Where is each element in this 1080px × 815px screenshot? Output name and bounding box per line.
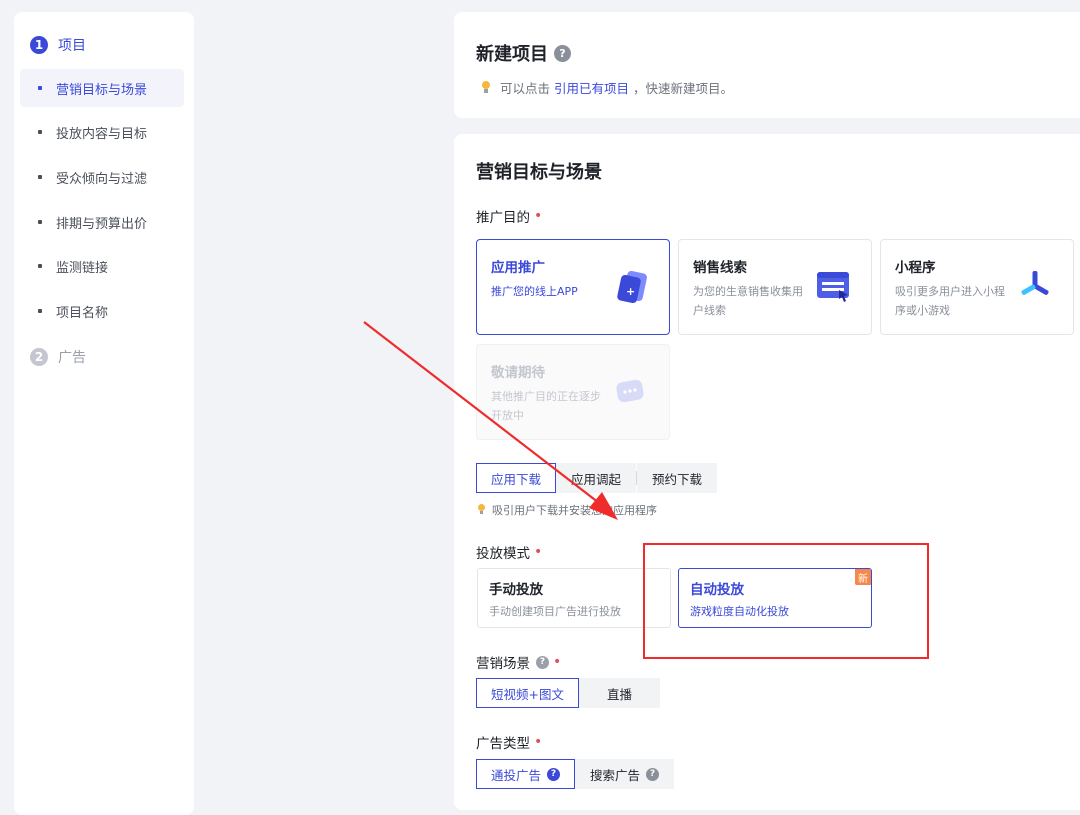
header-panel: 新建项目 ? 可以点击 引用已有项目 ，快速新建项目。: [454, 12, 1080, 118]
purpose-label: 推广目的 •: [476, 206, 542, 226]
card-title: 小程序: [895, 260, 936, 276]
step-number: 1: [30, 36, 48, 54]
segment-search-ad[interactable]: 搜索广告 ?: [575, 759, 675, 789]
step-sidebar: 1 项目 营销目标与场景 投放内容与目标 受众倾向与过滤 排期与预算出价 监测链…: [14, 12, 194, 815]
form-window-icon: [817, 272, 849, 302]
mode-desc: 手动创建项目广告进行投放: [489, 605, 621, 618]
purpose-card-app[interactable]: 应用推广 推广您的线上APP +: [476, 239, 670, 335]
question-circle-icon[interactable]: ?: [646, 767, 660, 781]
card-desc: 推广您的线上APP: [491, 285, 578, 298]
segment-pre-download[interactable]: 预约下载: [637, 463, 718, 493]
purpose-label-text: 推广目的: [476, 210, 530, 226]
app-download-hint: 吸引用户下载并安装您的应用程序: [476, 502, 657, 518]
sidebar-item-tracking-link[interactable]: 监测链接: [20, 247, 184, 285]
chat-bubble-icon: [616, 379, 644, 403]
card-title: 应用推广: [491, 260, 545, 276]
purpose-card-coming-soon: 敬请期待 其他推广目的正在逐步开放中: [476, 344, 670, 440]
lightbulb-icon: [476, 504, 486, 516]
segment-app-download[interactable]: 应用下载: [476, 463, 557, 493]
app-phone-icon: +: [617, 270, 647, 304]
bullet-icon: [38, 309, 42, 313]
step-ad[interactable]: 2 广告: [30, 347, 86, 367]
step-project[interactable]: 1 项目: [30, 35, 86, 55]
sidebar-item-content-target[interactable]: 投放内容与目标: [20, 113, 184, 151]
hint-text: 可以点击: [500, 81, 551, 96]
app-subtype-segmented: 应用下载 应用调起 预约下载: [476, 463, 718, 493]
question-circle-icon[interactable]: ?: [536, 655, 549, 669]
segment-label: 搜索广告: [590, 767, 641, 783]
required-mark: •: [534, 734, 543, 750]
segment-live[interactable]: 直播: [578, 678, 660, 708]
required-mark: •: [534, 208, 543, 224]
question-circle-icon[interactable]: ?: [554, 44, 571, 62]
mode-card-manual[interactable]: 手动投放 手动创建项目广告进行投放: [477, 568, 671, 628]
step-label: 项目: [58, 38, 86, 54]
reference-project-link[interactable]: 引用已有项目: [554, 78, 629, 97]
bullet-icon: [38, 175, 42, 179]
hint-text: ，快速新建项目。: [633, 81, 734, 96]
section-title: 营销目标与场景: [476, 162, 602, 183]
segment-app-launch[interactable]: 应用调起: [556, 463, 637, 493]
sidebar-item-label: 项目名称: [56, 305, 109, 321]
scene-label-text: 营销场景: [476, 656, 530, 672]
bullet-icon: [38, 130, 42, 134]
mini-program-icon: [1021, 271, 1049, 295]
ad-type-label-text: 广告类型: [476, 736, 530, 752]
bullet-icon: [38, 220, 42, 224]
ad-type-label: 广告类型 •: [476, 732, 542, 752]
sidebar-item-schedule-budget[interactable]: 排期与预算出价: [20, 203, 184, 241]
purpose-card-leads[interactable]: 销售线索 为您的生意销售收集用户线索: [678, 239, 872, 335]
question-circle-icon[interactable]: ?: [547, 767, 561, 781]
card-desc: 为您的生意销售收集用户线索: [693, 285, 803, 317]
sidebar-item-label: 排期与预算出价: [56, 216, 148, 232]
sidebar-item-label: 投放内容与目标: [56, 126, 148, 142]
bullet-icon: [38, 86, 42, 90]
page-title-text: 新建项目: [476, 44, 548, 65]
card-title: 敬请期待: [491, 365, 545, 381]
ad-type-segmented: 通投广告 ? 搜索广告 ?: [476, 759, 675, 789]
sidebar-item-marketing-goal[interactable]: 营销目标与场景: [20, 69, 184, 107]
step-label: 广告: [58, 350, 86, 366]
page-title: 新建项目 ?: [476, 40, 571, 66]
step-number: 2: [30, 348, 48, 366]
mode-title: 手动投放: [489, 582, 543, 598]
required-mark: •: [553, 654, 562, 670]
card-desc: 吸引更多用户进入小程序或小游戏: [895, 285, 1005, 317]
card-title: 销售线索: [693, 260, 747, 276]
header-hint: 可以点击 引用已有项目 ，快速新建项目。: [480, 78, 733, 97]
segment-label: 通投广告: [491, 767, 542, 783]
sidebar-item-audience[interactable]: 受众倾向与过滤: [20, 158, 184, 196]
segment-short-video[interactable]: 短视频+图文: [476, 678, 579, 708]
delivery-mode-label: 投放模式 •: [476, 542, 542, 562]
sidebar-item-label: 受众倾向与过滤: [56, 171, 148, 187]
marketing-goal-panel: 营销目标与场景 推广目的 • 应用推广 推广您的线上APP + 销售线索 为您的…: [454, 134, 1080, 810]
svg-text:+: +: [626, 285, 635, 298]
annotation-highlight-box: [643, 543, 929, 659]
scene-segmented: 短视频+图文 直播: [476, 678, 660, 708]
segment-general-ad[interactable]: 通投广告 ?: [476, 759, 576, 789]
scene-label: 营销场景 ? •: [476, 652, 561, 672]
delivery-mode-label-text: 投放模式: [476, 546, 530, 562]
sidebar-item-project-name[interactable]: 项目名称: [20, 292, 184, 330]
sidebar-item-label: 营销目标与场景: [56, 82, 148, 98]
bullet-icon: [38, 264, 42, 268]
purpose-card-mini-program[interactable]: 小程序 吸引更多用户进入小程序或小游戏: [880, 239, 1074, 335]
card-desc: 其他推广目的正在逐步开放中: [491, 390, 601, 422]
sidebar-item-label: 监测链接: [56, 260, 109, 276]
lightbulb-icon: [480, 80, 492, 95]
required-mark: •: [534, 544, 543, 560]
hint-text: 吸引用户下载并安装您的应用程序: [492, 504, 657, 517]
